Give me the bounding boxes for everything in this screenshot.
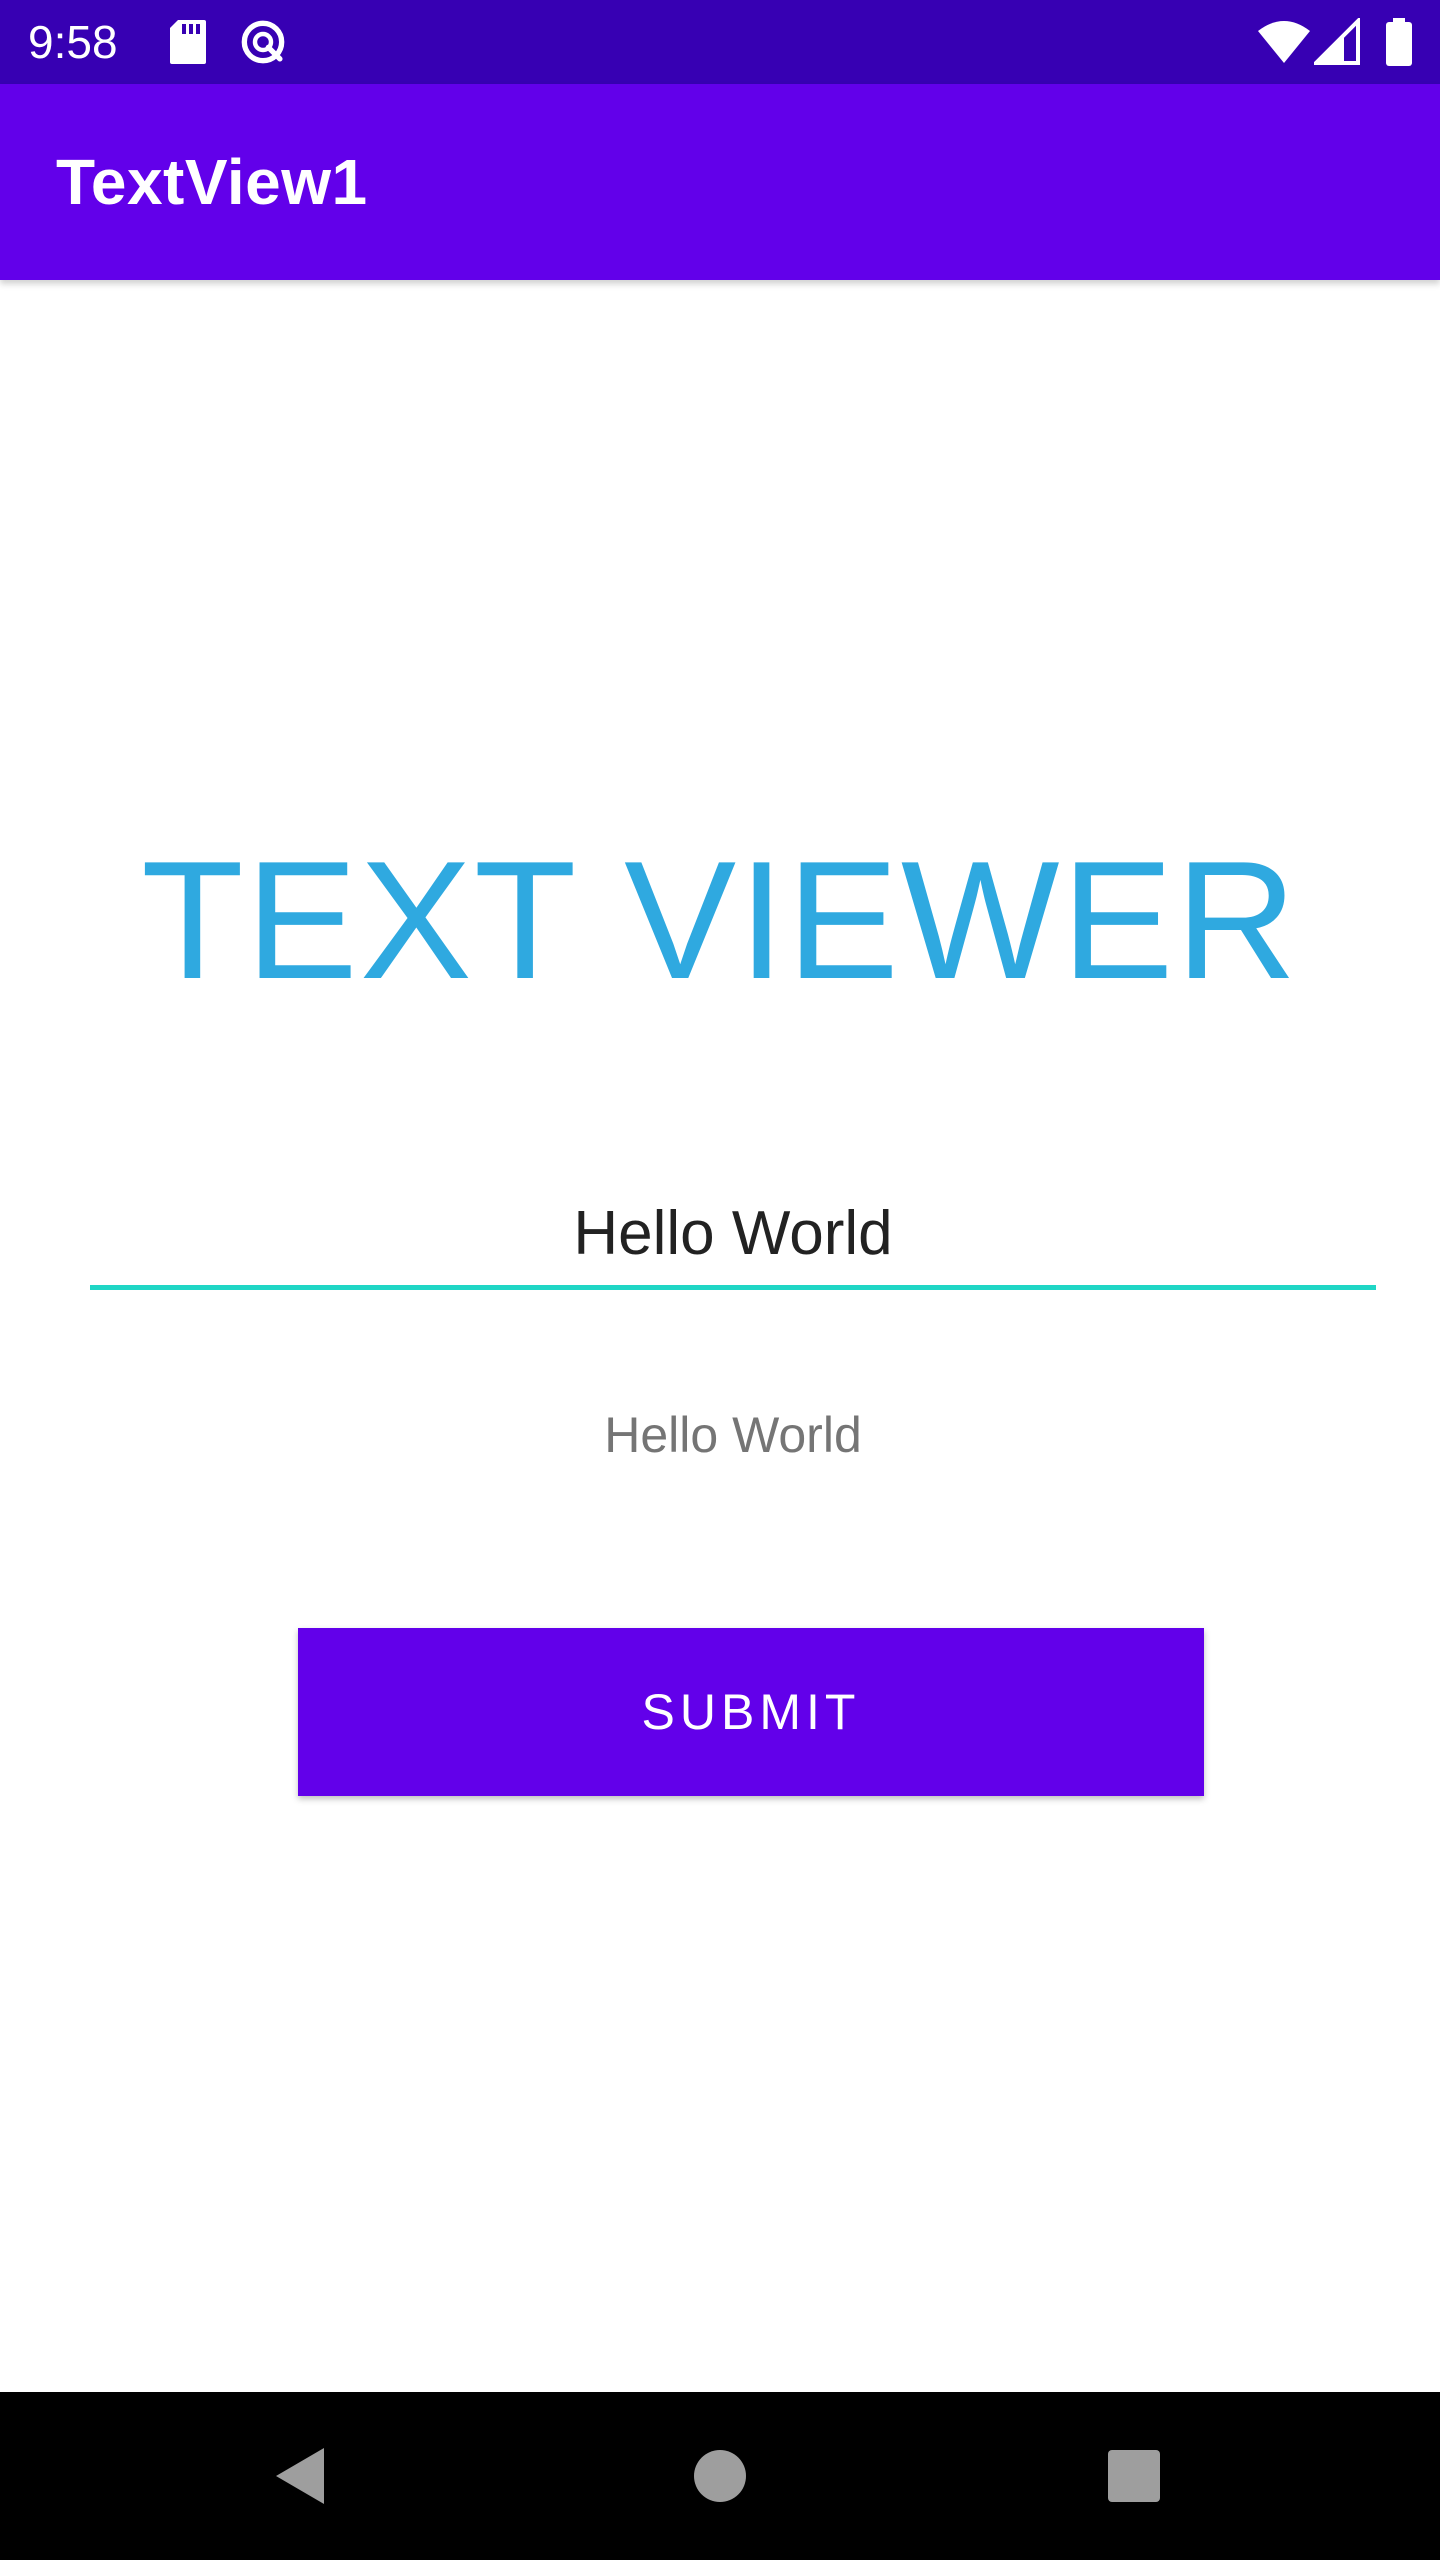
status-time: 9:58 bbox=[28, 16, 118, 68]
app-title: TextView1 bbox=[56, 146, 368, 218]
text-viewer-heading: TEXT VIEWER bbox=[141, 826, 1299, 1014]
sd-card-icon bbox=[170, 20, 206, 64]
text-input[interactable] bbox=[90, 1180, 1376, 1286]
home-icon[interactable] bbox=[680, 2436, 760, 2516]
wifi-icon bbox=[1258, 21, 1310, 63]
recents-icon[interactable] bbox=[1094, 2436, 1174, 2516]
status-bar: 9:58 bbox=[0, 0, 1440, 84]
navigation-bar bbox=[0, 2392, 1440, 2560]
battery-icon bbox=[1386, 18, 1412, 66]
data-saver-icon bbox=[241, 20, 285, 64]
text-input-container bbox=[90, 1180, 1376, 1290]
submit-button[interactable]: SUBMIT bbox=[298, 1628, 1204, 1796]
back-icon[interactable] bbox=[262, 2436, 342, 2516]
app-bar: TextView1 bbox=[0, 84, 1440, 280]
signal-icon bbox=[1314, 18, 1360, 65]
text-input-underline bbox=[90, 1285, 1376, 1290]
output-text: Hello World bbox=[604, 1407, 862, 1463]
